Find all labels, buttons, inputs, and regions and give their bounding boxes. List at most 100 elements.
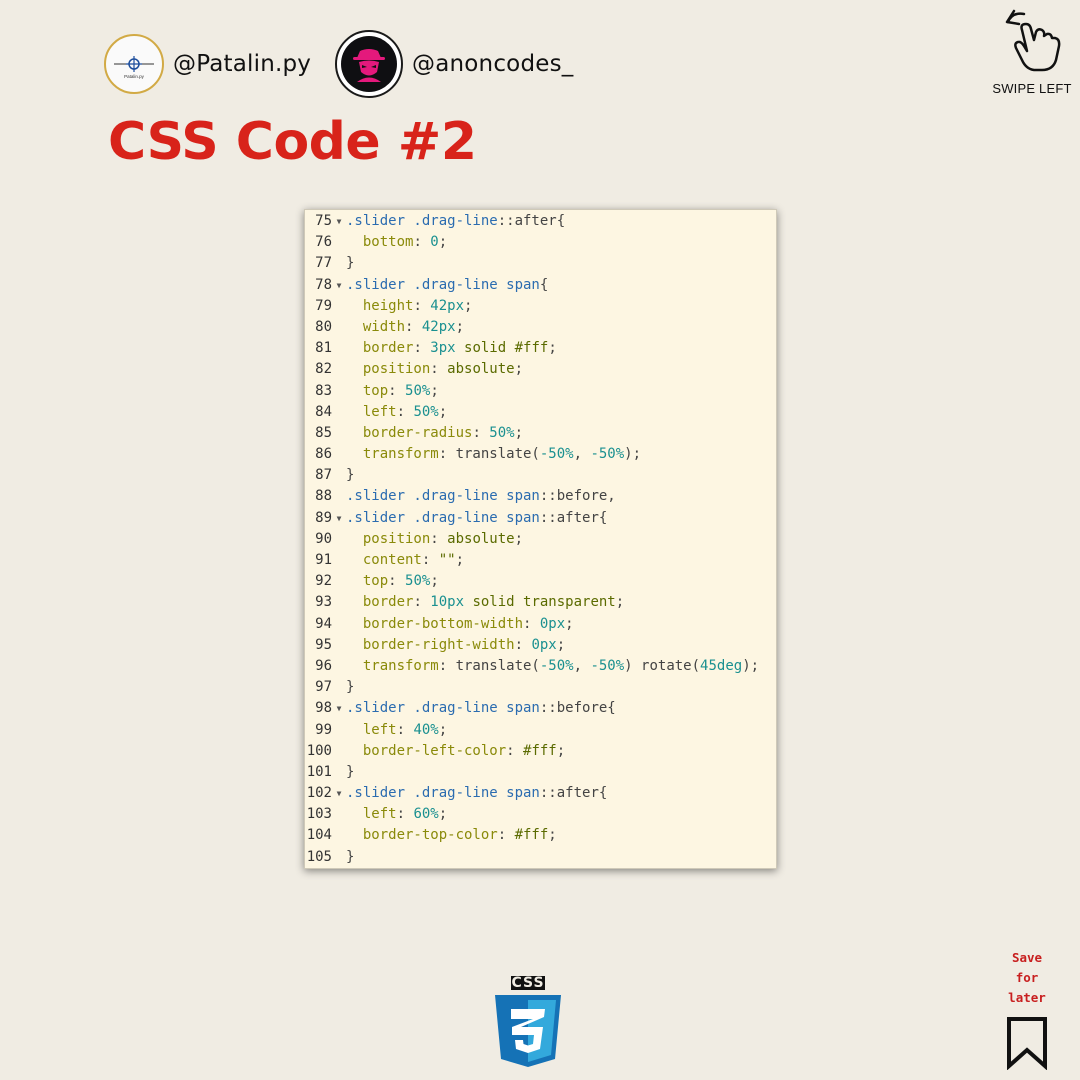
code-token: ; xyxy=(438,721,448,738)
line-number: 92 xyxy=(315,573,332,590)
code-token: ::before, xyxy=(539,488,616,505)
code-text: left: 50%; xyxy=(346,402,447,423)
code-text: border-radius: 50%; xyxy=(346,423,523,444)
save-line: later xyxy=(1008,990,1046,1005)
fold-arrow-icon[interactable]: ▼ xyxy=(332,211,346,232)
code-token: content xyxy=(362,552,422,568)
line-number: 104 xyxy=(306,827,332,844)
code-token: transform xyxy=(362,657,439,674)
code-token: : xyxy=(421,552,439,568)
handle-patalin[interactable]: @Patalin.py xyxy=(173,51,311,77)
code-token: : xyxy=(506,742,524,759)
line-number: 90 xyxy=(315,530,332,547)
line-number: 82 xyxy=(315,361,332,378)
fold-arrow-icon[interactable]: ▼ xyxy=(332,508,346,529)
code-token: ; xyxy=(548,827,557,844)
fold-arrow-icon[interactable]: ▼ xyxy=(332,275,346,296)
code-token: top xyxy=(362,382,389,399)
code-token: position xyxy=(362,530,431,547)
code-text: border: 3px solid #fff; xyxy=(346,338,557,359)
code-text: left: 60%; xyxy=(346,804,447,825)
code-token: : xyxy=(413,594,431,611)
code-token: ); xyxy=(742,657,760,674)
code-token: .slider .drag-line span xyxy=(346,509,540,526)
fold-gutter xyxy=(332,635,346,656)
code-token: : xyxy=(472,424,490,441)
code-token: #fff xyxy=(514,827,549,844)
code-token: ; xyxy=(455,318,465,335)
code-text: position: absolute; xyxy=(346,359,523,380)
code-token: : xyxy=(388,573,406,590)
bookmark-icon[interactable] xyxy=(1004,1016,1050,1071)
fold-gutter xyxy=(332,550,346,571)
line-number: 81 xyxy=(315,340,332,357)
code-line: 82 position: absolute; xyxy=(305,359,776,380)
code-token: } xyxy=(346,679,355,696)
code-token: : xyxy=(497,827,515,844)
code-line: 86 transform: translate(-50%, -50%); xyxy=(305,444,776,465)
fold-gutter xyxy=(332,804,346,825)
swipe-left-hint: SWIPE LEFT xyxy=(986,8,1078,96)
code-token: ::before{ xyxy=(539,700,616,717)
code-text: border-left-color: #fff; xyxy=(346,741,565,762)
avatar-anoncodes[interactable] xyxy=(335,30,403,98)
code-text: height: 42px; xyxy=(346,296,473,317)
fold-gutter xyxy=(332,592,346,613)
profile-anoncodes[interactable]: @anoncodes_ xyxy=(335,30,573,98)
code-token: : xyxy=(396,721,414,738)
code-token: 0px xyxy=(539,615,566,632)
code-token: -50% xyxy=(590,657,625,674)
code-token: .slider .drag-line span xyxy=(346,488,540,505)
code-editor: 75 ▼ .slider .drag-line::after{76 bottom: … xyxy=(304,209,777,869)
code-token: ::after{ xyxy=(539,509,608,526)
code-token: 0px xyxy=(531,636,557,653)
code-token: bottom xyxy=(362,234,414,251)
code-token: } xyxy=(346,848,355,865)
code-token: 0 xyxy=(430,234,439,251)
code-text: left: 40%; xyxy=(346,720,447,741)
fold-gutter xyxy=(332,232,346,253)
code-token: solid transparent xyxy=(464,594,616,611)
code-token: : xyxy=(413,297,431,314)
profile-patalin[interactable]: Patalin.py @Patalin.py xyxy=(104,34,311,94)
line-number: 98 xyxy=(315,700,332,717)
code-token: border-top-color xyxy=(362,827,498,844)
code-line: 81 border: 3px solid #fff; xyxy=(305,338,776,359)
code-token: { xyxy=(539,276,549,293)
avatar-patalin[interactable]: Patalin.py xyxy=(104,34,164,94)
code-token: 50% xyxy=(413,403,439,420)
code-token: , xyxy=(573,446,591,463)
code-text: .slider .drag-line::after{ xyxy=(346,211,565,232)
code-line: 85 border-radius: 50%; xyxy=(305,423,776,444)
save-for-later[interactable]: Save for later xyxy=(1003,948,1051,1076)
line-number: 93 xyxy=(315,594,332,611)
fold-arrow-icon[interactable]: ▼ xyxy=(332,698,346,719)
code-line: 84 left: 50%; xyxy=(305,402,776,423)
handle-anoncodes[interactable]: @anoncodes_ xyxy=(412,51,573,77)
code-text: } xyxy=(346,253,354,274)
code-token: absolute xyxy=(447,530,515,547)
code-token: : xyxy=(430,530,448,547)
code-line: 92 top: 50%; xyxy=(305,571,776,592)
code-line: 83 top: 50%; xyxy=(305,381,776,402)
fold-arrow-icon[interactable]: ▼ xyxy=(332,783,346,804)
code-token: left xyxy=(362,806,397,823)
code-token: , xyxy=(573,657,591,674)
code-line: 78 ▼ .slider .drag-line span{ xyxy=(305,275,776,296)
fold-gutter xyxy=(332,253,346,274)
fold-gutter xyxy=(332,847,346,868)
code-token: : xyxy=(396,403,414,420)
code-text: top: 50%; xyxy=(346,571,439,592)
code-text: top: 50%; xyxy=(346,381,439,402)
code-token: .slider .drag-line span xyxy=(346,700,540,717)
code-token: .slider .drag-line span xyxy=(346,785,540,802)
